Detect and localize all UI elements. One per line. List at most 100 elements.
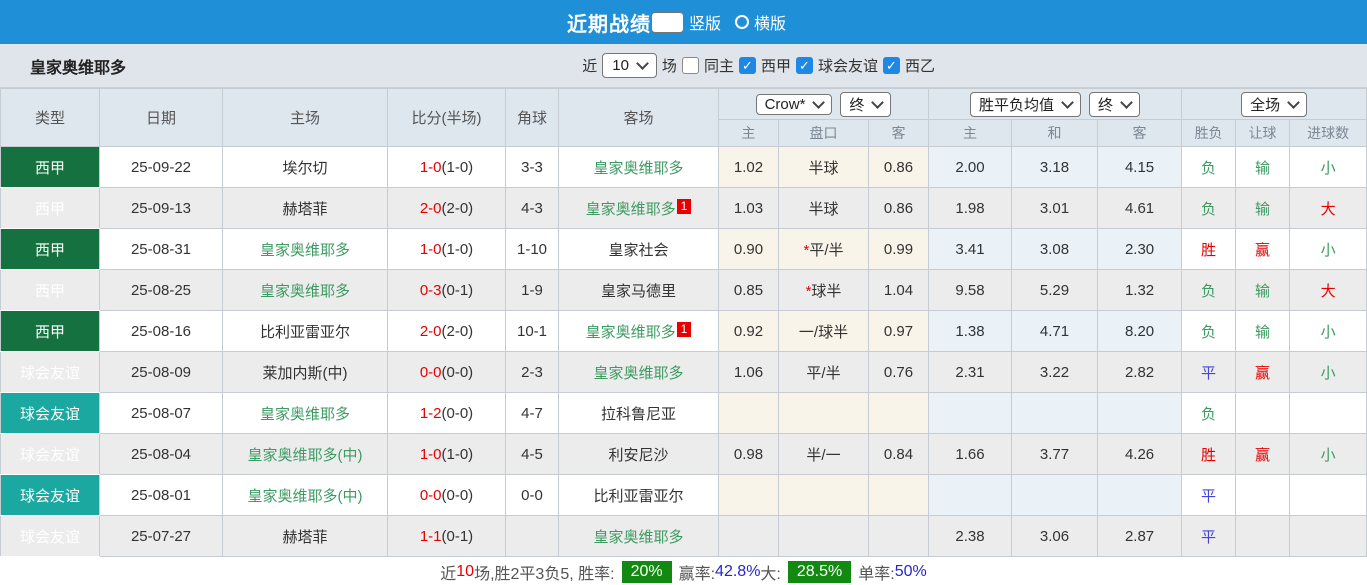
euro-home-odds-cell: 3.41 xyxy=(929,229,1012,270)
winloss-result-cell: 负 xyxy=(1182,270,1236,311)
asia-time-select[interactable]: 终 xyxy=(840,92,891,117)
away-team-link[interactable]: 利安尼沙 xyxy=(608,447,668,464)
asia-company-select[interactable]: Crow* xyxy=(756,94,833,115)
handicap-result-cell xyxy=(1236,475,1290,516)
fulltime-score: 1-0 xyxy=(420,241,442,258)
filter-bar: 皇家奥维耶多 近 10 场 同主 ✓ 西甲 ✓ 球会友谊 ✓ 西乙 xyxy=(0,44,1367,88)
halftime-score: (0-1) xyxy=(442,528,474,545)
same-home-checkbox[interactable] xyxy=(682,57,699,74)
home-team-link[interactable]: 赫塔菲 xyxy=(282,201,327,218)
date-cell: 25-08-09 xyxy=(100,352,223,393)
handicap-cell: 半/一 xyxy=(779,434,869,475)
euro-away-odds-cell: 1.32 xyxy=(1098,270,1182,311)
away-cell: 利安尼沙 xyxy=(559,434,719,475)
date-cell: 25-08-01 xyxy=(100,475,223,516)
euro-away-odds-cell: 2.87 xyxy=(1098,516,1182,557)
laliga2-checkbox[interactable]: ✓ xyxy=(883,57,900,74)
radio-horizontal-label[interactable]: 横版 xyxy=(754,10,786,34)
home-team-link[interactable]: 比利亚雷亚尔 xyxy=(260,324,350,341)
home-cell: 埃尔切 xyxy=(223,147,388,188)
date-cell: 25-08-04 xyxy=(100,434,223,475)
home-team-link[interactable]: 皇家奥维耶多(中) xyxy=(248,447,363,464)
away-team-link[interactable]: 皇家奥维耶多 xyxy=(586,201,676,218)
handicap-text: 半球 xyxy=(808,201,838,218)
home-team-link[interactable]: 赫塔菲 xyxy=(282,529,327,546)
asia-home-odds-cell: 0.98 xyxy=(719,434,779,475)
goals-result-cell: 小 xyxy=(1290,352,1367,393)
radio-vertical-label[interactable]: 竖版 xyxy=(689,10,721,34)
corner-cell: 1-9 xyxy=(506,270,559,311)
header-home: 主场 xyxy=(223,89,388,147)
date-cell: 25-08-31 xyxy=(100,229,223,270)
euro-draw-odds-cell: 5.29 xyxy=(1012,270,1098,311)
subheader-euro-draw: 和 xyxy=(1012,120,1098,147)
team-name-title: 皇家奥维耶多 xyxy=(30,54,126,78)
asia-home-odds-cell xyxy=(719,516,779,557)
results-tbody: 西甲25-09-22埃尔切1-0(1-0)3-3皇家奥维耶多1.02半球0.86… xyxy=(1,147,1367,557)
euro-home-odds-cell xyxy=(929,393,1012,434)
away-team-link[interactable]: 皇家奥维耶多 xyxy=(586,324,676,341)
asia-away-odds-cell xyxy=(869,475,929,516)
home-team-link[interactable]: 皇家奥维耶多(中) xyxy=(248,488,363,505)
halftime-score: (1-0) xyxy=(442,241,474,258)
away-cell: 比利亚雷亚尔 xyxy=(559,475,719,516)
friendly-checkbox[interactable]: ✓ xyxy=(796,57,813,74)
home-cell: 莱加内斯(中) xyxy=(223,352,388,393)
home-team-link[interactable]: 皇家奥维耶多 xyxy=(260,283,350,300)
footer-text: 50% xyxy=(895,563,927,581)
same-home-label: 同主 xyxy=(704,55,734,76)
euro-away-odds-cell: 8.20 xyxy=(1098,311,1182,352)
match-count-select[interactable]: 10 xyxy=(602,53,657,78)
home-team-link[interactable]: 埃尔切 xyxy=(282,160,327,177)
winloss-result-cell: 负 xyxy=(1182,147,1236,188)
league-type-cell: 西甲 xyxy=(1,270,100,311)
handicap-cell xyxy=(779,393,869,434)
home-team-link[interactable]: 皇家奥维耶多 xyxy=(260,406,350,423)
chevron-down-icon xyxy=(636,57,649,70)
europe-company-select[interactable]: 胜平负均值 xyxy=(970,92,1081,117)
date-cell: 25-09-13 xyxy=(100,188,223,229)
radio-vertical-layout[interactable] xyxy=(651,12,684,33)
page-title: 近期战绩 xyxy=(567,8,651,37)
home-team-link[interactable]: 皇家奥维耶多 xyxy=(260,242,350,259)
date-cell: 25-08-16 xyxy=(100,311,223,352)
halftime-score: (2-0) xyxy=(442,323,474,340)
winloss-result-cell: 负 xyxy=(1182,393,1236,434)
asia-home-odds-cell xyxy=(719,475,779,516)
asia-away-odds-cell: 0.99 xyxy=(869,229,929,270)
table-row: 球会友谊25-08-04皇家奥维耶多(中)1-0(1-0)4-5利安尼沙0.98… xyxy=(1,434,1367,475)
scope-select[interactable]: 全场 xyxy=(1241,92,1307,117)
friendly-label: 球会友谊 xyxy=(818,55,878,76)
away-team-link[interactable]: 皇家马德里 xyxy=(601,283,676,300)
goals-result-cell: 小 xyxy=(1290,147,1367,188)
laliga-checkbox[interactable]: ✓ xyxy=(739,57,756,74)
away-team-link[interactable]: 皇家社会 xyxy=(608,242,668,259)
header-date: 日期 xyxy=(100,89,223,147)
home-team-link[interactable]: 莱加内斯(中) xyxy=(263,365,348,382)
asia-away-odds-cell: 0.86 xyxy=(869,147,929,188)
handicap-text: 半/一 xyxy=(806,447,840,464)
score-cell: 1-2(0-0) xyxy=(388,393,506,434)
corner-cell: 2-3 xyxy=(506,352,559,393)
away-team-link[interactable]: 皇家奥维耶多 xyxy=(593,160,683,177)
table-row: 球会友谊25-08-01皇家奥维耶多(中)0-0(0-0)0-0比利亚雷亚尔平 xyxy=(1,475,1367,516)
away-team-link[interactable]: 皇家奥维耶多 xyxy=(593,529,683,546)
date-cell: 25-08-25 xyxy=(100,270,223,311)
goals-result-cell: 小 xyxy=(1290,434,1367,475)
away-team-link[interactable]: 皇家奥维耶多 xyxy=(593,365,683,382)
fulltime-score: 2-0 xyxy=(420,200,442,217)
halftime-score: (1-0) xyxy=(442,446,474,463)
europe-time-select[interactable]: 终 xyxy=(1089,92,1140,117)
euro-home-odds-cell: 2.00 xyxy=(929,147,1012,188)
away-team-link[interactable]: 拉科鲁尼亚 xyxy=(601,406,676,423)
league-type-cell: 球会友谊 xyxy=(1,475,100,516)
away-cell: 皇家社会 xyxy=(559,229,719,270)
handicap-cell: 半球 xyxy=(779,147,869,188)
europe-odds-header: 胜平负均值 终 xyxy=(929,89,1182,120)
league-type-cell: 西甲 xyxy=(1,188,100,229)
radio-horizontal-layout[interactable] xyxy=(735,15,749,29)
table-row: 球会友谊25-07-27赫塔菲1-1(0-1)皇家奥维耶多2.383.062.8… xyxy=(1,516,1367,557)
footer-text: 42.8% xyxy=(715,563,760,581)
euro-home-odds-cell: 2.38 xyxy=(929,516,1012,557)
away-team-link[interactable]: 比利亚雷亚尔 xyxy=(593,488,683,505)
